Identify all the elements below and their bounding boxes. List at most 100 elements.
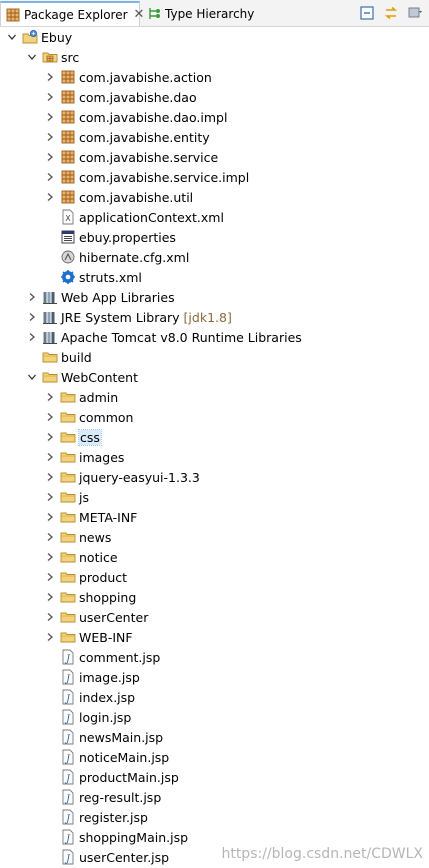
tree-item-project[interactable]: Ebuy [0, 27, 429, 47]
folder-icon [60, 549, 76, 565]
tree-item-package[interactable]: com.javabishe.dao [0, 87, 429, 107]
tree-item-package[interactable]: com.javabishe.entity [0, 127, 429, 147]
hibernate-config-icon [60, 249, 76, 265]
tree-item-folder[interactable]: userCenter [0, 607, 429, 627]
tree-item-jsp[interactable]: register.jsp [0, 807, 429, 827]
package-icon [60, 129, 76, 145]
tree-item-folder[interactable]: notice [0, 547, 429, 567]
chevron-right-icon[interactable] [44, 127, 56, 147]
tree-item-folder[interactable]: shopping [0, 587, 429, 607]
folder-label: news [79, 529, 112, 545]
folder-icon [42, 349, 58, 365]
tree-item-package[interactable]: com.javabishe.dao.impl [0, 107, 429, 127]
chevron-right-icon[interactable] [44, 567, 56, 587]
chevron-right-icon[interactable] [44, 547, 56, 567]
file-label: struts.xml [79, 269, 142, 285]
library-label: JRE System Library [61, 309, 180, 325]
chevron-right-icon[interactable] [26, 327, 38, 347]
collapse-all-icon[interactable] [357, 3, 377, 23]
chevron-right-icon[interactable] [26, 307, 38, 327]
tree-item-folder[interactable]: product [0, 567, 429, 587]
tree-item-package[interactable]: com.javabishe.action [0, 67, 429, 87]
chevron-right-icon[interactable] [26, 287, 38, 307]
chevron-right-icon[interactable] [44, 67, 56, 87]
chevron-right-icon[interactable] [44, 407, 56, 427]
tree-item-package[interactable]: com.javabishe.service [0, 147, 429, 167]
tab-type-hierarchy[interactable]: Type Hierarchy [143, 1, 273, 26]
tree-item-package[interactable]: com.javabishe.util [0, 187, 429, 207]
tab-package-explorer[interactable]: Package Explorer ✕ [0, 1, 144, 26]
tree-item-folder[interactable]: admin [0, 387, 429, 407]
tree-item-folder[interactable]: jquery-easyui-1.3.3 [0, 467, 429, 487]
jsp-file-icon [60, 729, 76, 745]
tree-item-folder[interactable]: news [0, 527, 429, 547]
tree-item-library[interactable]: Web App Libraries [0, 287, 429, 307]
tree-item-jsp[interactable]: newsMain.jsp [0, 727, 429, 747]
tree-item-src[interactable]: src [0, 47, 429, 67]
tree-item-file[interactable]: applicationContext.xml [0, 207, 429, 227]
chevron-right-icon[interactable] [44, 387, 56, 407]
tree-item-jsp[interactable]: shoppingMain.jsp [0, 827, 429, 847]
file-label: noticeMain.jsp [79, 749, 170, 765]
chevron-right-icon[interactable] [44, 587, 56, 607]
chevron-right-icon[interactable] [44, 427, 56, 447]
chevron-right-icon[interactable] [44, 507, 56, 527]
tree-item-folder[interactable]: js [0, 487, 429, 507]
tree-item-jsp[interactable]: image.jsp [0, 667, 429, 687]
chevron-right-icon[interactable] [44, 87, 56, 107]
tree-item-jsp[interactable]: comment.jsp [0, 647, 429, 667]
folder-icon [60, 529, 76, 545]
folder-label: WebContent [61, 369, 138, 385]
tree-item-jsp[interactable]: reg-result.jsp [0, 787, 429, 807]
tree-item-folder[interactable]: META-INF [0, 507, 429, 527]
chevron-right-icon[interactable] [44, 147, 56, 167]
jsp-file-icon [60, 649, 76, 665]
view-menu-icon[interactable] [405, 3, 425, 23]
jsp-file-icon [60, 849, 76, 865]
tree-item-library[interactable]: Apache Tomcat v8.0 Runtime Libraries [0, 327, 429, 347]
folder-icon [60, 509, 76, 525]
tree-item-jsp[interactable]: index.jsp [0, 687, 429, 707]
jsp-file-icon [60, 749, 76, 765]
tree-item-file[interactable]: hibernate.cfg.xml [0, 247, 429, 267]
tree-item-jsp[interactable]: productMain.jsp [0, 767, 429, 787]
tree-item-library[interactable]: JRE System Library [jdk1.8] [0, 307, 429, 327]
package-icon [60, 149, 76, 165]
jsp-file-icon [60, 829, 76, 845]
folder-label: js [79, 489, 89, 505]
chevron-right-icon[interactable] [44, 447, 56, 467]
chevron-right-icon[interactable] [44, 607, 56, 627]
tree-item-package[interactable]: com.javabishe.service.impl [0, 167, 429, 187]
folder-label: notice [79, 549, 118, 565]
jsp-file-icon [60, 709, 76, 725]
folder-label: build [61, 349, 92, 365]
tree-item-jsp[interactable]: noticeMain.jsp [0, 747, 429, 767]
tree-item-build[interactable]: build [0, 347, 429, 367]
folder-label: jquery-easyui-1.3.3 [79, 469, 200, 485]
chevron-right-icon[interactable] [44, 167, 56, 187]
link-with-editor-icon[interactable] [381, 3, 401, 23]
view-tab-bar: Package Explorer ✕ Type Hierarchy [0, 0, 429, 27]
chevron-down-icon[interactable] [6, 27, 18, 47]
tree-item-folder-selected[interactable]: css [0, 427, 429, 447]
chevron-right-icon[interactable] [44, 467, 56, 487]
file-label: shoppingMain.jsp [79, 829, 189, 845]
tree-item-folder[interactable]: images [0, 447, 429, 467]
chevron-right-icon[interactable] [44, 107, 56, 127]
chevron-down-icon[interactable] [26, 47, 38, 67]
chevron-right-icon[interactable] [44, 627, 56, 647]
folder-label: css [78, 428, 102, 446]
chevron-right-icon[interactable] [44, 187, 56, 207]
chevron-right-icon[interactable] [44, 527, 56, 547]
library-icon [42, 309, 58, 325]
chevron-right-icon[interactable] [44, 487, 56, 507]
tree-item-file[interactable]: struts.xml [0, 267, 429, 287]
jsp-file-icon [60, 809, 76, 825]
tree-item-file[interactable]: ebuy.properties [0, 227, 429, 247]
tree-item-webcontent[interactable]: WebContent [0, 367, 429, 387]
tree-item-jsp[interactable]: login.jsp [0, 707, 429, 727]
tree-item-folder[interactable]: WEB-INF [0, 627, 429, 647]
tree-item-folder[interactable]: common [0, 407, 429, 427]
xml-file-icon [60, 209, 76, 225]
chevron-down-icon[interactable] [26, 367, 38, 387]
